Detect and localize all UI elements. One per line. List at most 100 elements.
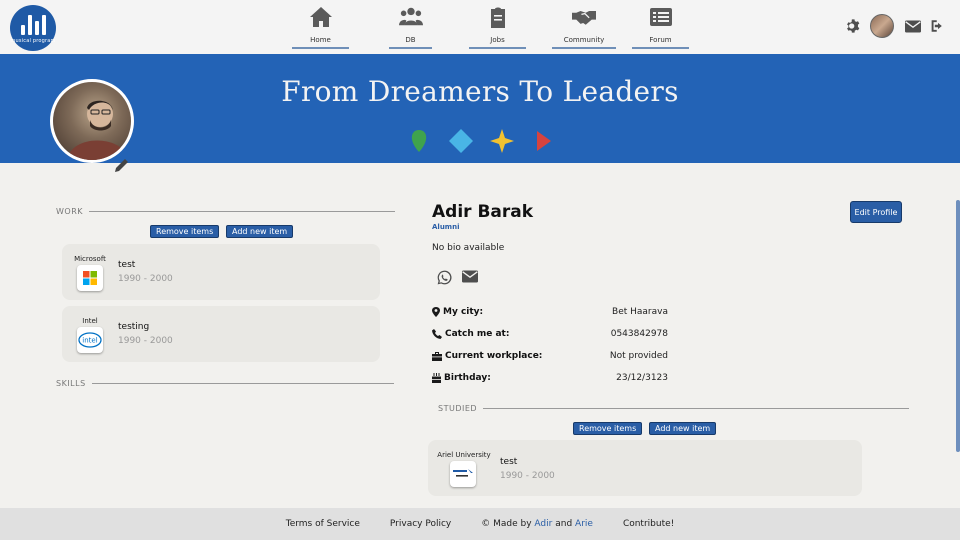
company-name: Microsoft <box>74 255 106 263</box>
logout-icon[interactable] <box>930 19 946 33</box>
email-icon[interactable] <box>462 270 478 283</box>
made-by-prefix: © Made by <box>481 519 532 529</box>
profile-bio: No bio available <box>432 243 505 253</box>
made-by-and: and <box>555 519 573 529</box>
study-years: 1990 - 2000 <box>500 471 555 481</box>
microsoft-logo-icon <box>77 265 103 291</box>
info-birthday-key: Birthday: <box>432 373 491 383</box>
cake-icon <box>432 373 441 383</box>
studied-add-item-button[interactable]: Add new item <box>649 422 717 435</box>
profile-banner: From Dreamers To Leaders <box>0 54 960 163</box>
nav-underline <box>552 47 616 49</box>
clipboard-icon <box>490 7 505 28</box>
avatar[interactable] <box>870 14 894 38</box>
skills-section-heading: SKILLS <box>56 379 394 388</box>
author-link-adir[interactable]: Adir <box>534 519 552 529</box>
nav-home-label: Home <box>310 36 331 44</box>
nav-underline <box>469 47 526 49</box>
gear-icon[interactable] <box>845 18 861 34</box>
job-years: 1990 - 2000 <box>118 274 173 284</box>
green-drop-icon <box>411 130 427 152</box>
skills-heading-text: SKILLS <box>56 379 86 388</box>
red-triangle-icon <box>537 131 551 151</box>
nav-jobs[interactable]: Jobs <box>469 6 526 49</box>
info-phone-key: Catch me at: <box>432 329 509 339</box>
svg-text:intel: intel <box>82 337 97 345</box>
info-workplace-label: Current workplace: <box>445 351 543 361</box>
blue-diamond-icon <box>449 129 473 153</box>
study-title: test <box>500 457 518 467</box>
university-logo-icon <box>450 461 476 487</box>
work-heading-text: WORK <box>56 207 84 216</box>
institution-name: Ariel University <box>437 451 491 459</box>
location-pin-icon <box>432 307 440 317</box>
work-remove-items-button[interactable]: Remove items <box>150 225 220 238</box>
app-logo[interactable]: musical program <box>10 5 56 51</box>
profile-photo[interactable] <box>50 79 134 163</box>
info-birthday-label: Birthday: <box>444 373 491 383</box>
nav-underline <box>292 47 349 49</box>
phone-icon <box>432 329 442 339</box>
yellow-star-icon <box>490 129 514 153</box>
nav-db[interactable]: DB <box>389 6 432 49</box>
nav-community[interactable]: Community <box>552 6 616 49</box>
work-item[interactable]: Microsoft test 1990 - 2000 <box>62 244 380 300</box>
privacy-link[interactable]: Privacy Policy <box>390 519 451 529</box>
banner-shapes <box>408 129 558 153</box>
top-navbar: musical program Home DB Jobs Community F… <box>0 0 960 54</box>
info-birthday-row: Birthday: 23/12/3123 <box>432 371 668 385</box>
info-phone-value: 0543842978 <box>610 329 668 339</box>
info-city-value: Bet Haarava <box>612 307 668 317</box>
person-silhouette <box>67 100 129 160</box>
briefcase-icon <box>432 351 442 361</box>
whatsapp-icon[interactable] <box>437 270 452 285</box>
info-birthday-value: 23/12/3123 <box>616 373 668 383</box>
edit-profile-button[interactable]: Edit Profile <box>850 201 902 223</box>
nav-home[interactable]: Home <box>292 6 349 49</box>
profile-role: Alumni <box>432 223 460 231</box>
nav-forum[interactable]: Forum <box>632 6 689 49</box>
work-section-heading: WORK <box>56 207 396 216</box>
users-icon <box>398 7 423 26</box>
home-icon <box>309 7 332 27</box>
studied-item[interactable]: Ariel University test 1990 - 2000 <box>428 440 862 496</box>
made-by-text: © Made by Adir and Arie <box>481 519 593 529</box>
list-icon <box>649 8 672 26</box>
info-workplace-key: Current workplace: <box>432 351 542 361</box>
nav-forum-label: Forum <box>649 36 672 44</box>
info-city-key: My city: <box>432 307 483 317</box>
page-scrollbar[interactable] <box>956 200 960 452</box>
studied-remove-items-button[interactable]: Remove items <box>573 422 643 435</box>
studied-section-heading: STUDIED <box>438 404 910 413</box>
profile-name: Adir Barak <box>432 202 534 222</box>
logo-text: musical program <box>10 37 56 44</box>
info-city-label: My city: <box>443 307 484 317</box>
header-actions <box>845 14 946 38</box>
contact-links <box>437 270 478 285</box>
main-nav: Home DB Jobs Community Forum <box>292 6 689 49</box>
nav-underline <box>632 47 689 49</box>
nav-underline <box>389 47 432 49</box>
work-item[interactable]: Intel intel testing 1990 - 2000 <box>62 306 380 362</box>
page-footer: Terms of Service Privacy Policy © Made b… <box>0 508 960 540</box>
divider <box>483 408 910 409</box>
job-years: 1990 - 2000 <box>118 336 173 346</box>
job-title: testing <box>118 322 150 332</box>
nav-community-label: Community <box>563 36 605 44</box>
handshake-icon <box>572 11 596 25</box>
info-workplace-row: Current workplace: Not provided <box>432 349 668 363</box>
info-city-row: My city: Bet Haarava <box>432 305 668 319</box>
studied-heading-text: STUDIED <box>438 404 478 413</box>
divider <box>91 383 394 384</box>
company-name: Intel <box>82 317 98 325</box>
work-add-item-button[interactable]: Add new item <box>226 225 294 238</box>
edit-photo-pencil-icon[interactable] <box>114 157 130 173</box>
intel-logo-icon: intel <box>77 327 103 353</box>
author-link-arie[interactable]: Arie <box>575 519 593 529</box>
mail-icon[interactable] <box>905 20 921 33</box>
logo-bars-icon <box>20 13 46 35</box>
terms-link[interactable]: Terms of Service <box>286 519 360 529</box>
nav-db-label: DB <box>405 36 416 44</box>
contribute-link[interactable]: Contribute! <box>623 519 674 529</box>
info-phone-row: Catch me at: 0543842978 <box>432 327 668 341</box>
